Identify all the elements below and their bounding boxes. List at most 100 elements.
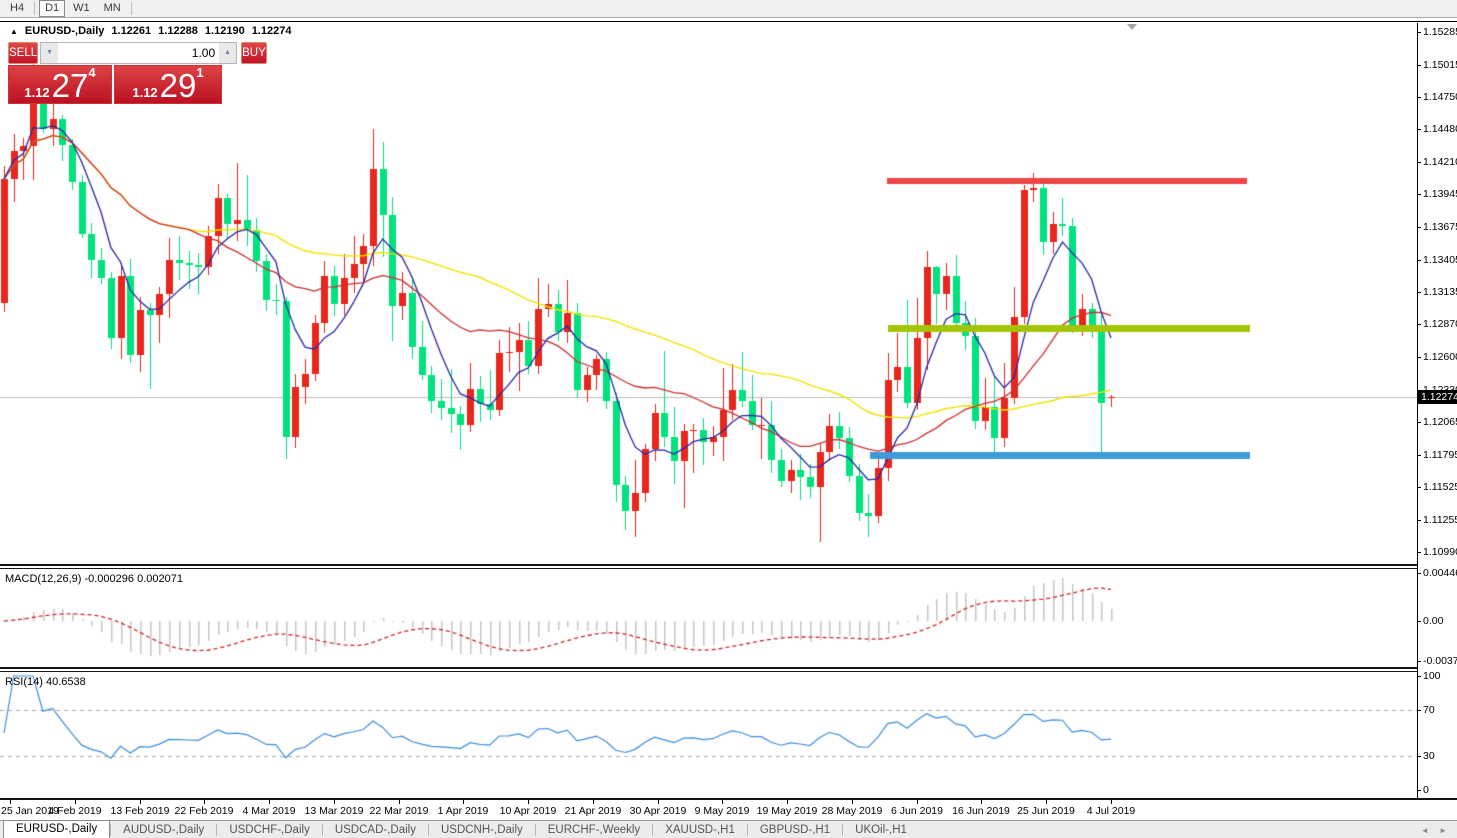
date-tick — [399, 800, 400, 804]
price-tick — [1418, 194, 1421, 195]
price-tick — [1418, 552, 1421, 553]
buy-price-box[interactable]: 1.12 29 1 — [114, 65, 222, 104]
macd-indicator-canvas[interactable] — [0, 569, 1417, 667]
chart-shift-marker-icon[interactable] — [1127, 24, 1137, 30]
timeframe-button-h4[interactable]: H4 — [4, 0, 30, 17]
price-axis-label: 1.12065 — [1423, 416, 1457, 428]
symbol-tab-ukoil[interactable]: UKOil-,H1 — [843, 822, 919, 838]
price-tick — [1418, 97, 1421, 98]
price-axis-label: 1.15285 — [1423, 26, 1457, 38]
lot-increase-icon[interactable]: ▲ — [219, 43, 236, 63]
date-tick — [852, 800, 853, 804]
macd-tick — [1418, 661, 1421, 662]
collapse-panel-icon[interactable]: ▲ — [10, 27, 18, 36]
symbol-tab-eurusd[interactable]: EURUSD-,Daily — [3, 820, 110, 838]
date-axis-label: 10 Apr 2019 — [500, 805, 557, 817]
price-axis[interactable]: 1.15285 1.15015 1.14750 1.14480 1.14210 1.139… — [1417, 23, 1457, 798]
quote-high: 1.12288 — [158, 25, 198, 37]
date-axis-label: 22 Feb 2019 — [175, 805, 234, 817]
price-axis-label: 1.12600 — [1423, 351, 1457, 363]
date-axis-label: 13 Mar 2019 — [305, 805, 364, 817]
macd-axis-label: 0.004465 — [1423, 567, 1457, 579]
mt4-terminal: { "toolbar": { "timeframes": [ {"label":… — [0, 0, 1457, 838]
price-tick — [1418, 357, 1421, 358]
price-axis-label: 1.12870 — [1423, 318, 1457, 330]
macd-axis-label: -0.003715 — [1423, 655, 1457, 667]
rsi-indicator-canvas[interactable] — [0, 672, 1417, 798]
sell-price-prefix: 1.12 — [24, 85, 49, 100]
date-tick — [1046, 800, 1047, 804]
symbol-tab-gbpusd[interactable]: GBPUSD-,H1 — [748, 822, 842, 838]
price-tick — [1418, 487, 1421, 488]
timeframe-button-mn[interactable]: MN — [98, 0, 127, 17]
date-tick — [269, 800, 270, 804]
tab-scroll-left-icon[interactable]: ◄ — [1421, 826, 1433, 835]
quote-low: 1.12190 — [205, 25, 245, 37]
lot-size-input[interactable] — [58, 43, 219, 63]
symbol-tab-usdchf[interactable]: USDCHF-,Daily — [217, 822, 322, 838]
sell-price-box[interactable]: 1.12 27 4 — [8, 65, 112, 104]
quote-close: 1.12274 — [252, 25, 292, 37]
price-axis-label: 1.14480 — [1423, 123, 1457, 135]
price-axis-label: 1.15015 — [1423, 59, 1457, 71]
symbol-tab-bar: EURUSD-,DailyAUDUSD-,DailyUSDCHF-,DailyU… — [0, 820, 1457, 838]
rsi-label: RSI(14) 40.6538 — [5, 676, 86, 688]
date-axis-label: 25 Jun 2019 — [1017, 805, 1075, 817]
symbol-tab-audusd[interactable]: AUDUSD-,Daily — [111, 822, 216, 838]
lot-decrease-icon[interactable]: ▼ — [41, 43, 58, 63]
date-tick — [463, 800, 464, 804]
date-tick — [528, 800, 529, 804]
price-axis-label: 1.11255 — [1423, 514, 1457, 526]
date-tick — [722, 800, 723, 804]
date-axis-label: 16 Jun 2019 — [952, 805, 1010, 817]
timeframe-button-w1[interactable]: W1 — [67, 0, 96, 17]
price-axis-label: 1.14210 — [1423, 156, 1457, 168]
buy-price-pip: 1 — [196, 68, 203, 78]
chart-window: 1.15285 1.15015 1.14750 1.14480 1.14210 1.139… — [0, 21, 1457, 821]
date-tick — [75, 800, 76, 804]
price-tick — [1418, 65, 1421, 66]
rsi-tick — [1418, 710, 1421, 711]
symbol-tab-xauusd[interactable]: XAUUSD-,H1 — [653, 822, 747, 838]
rsi-tick — [1418, 790, 1421, 791]
price-axis-label: 1.10990 — [1423, 546, 1457, 558]
sell-button[interactable]: SELL — [8, 42, 38, 64]
date-axis-label: 30 Apr 2019 — [630, 805, 687, 817]
tab-scroll-right-icon[interactable]: ► — [1439, 826, 1451, 835]
toolbar-separator — [34, 2, 35, 15]
one-click-trading-panel: SELL ▼ ▲ BUY 1.12 27 4 1.12 29 1 — [8, 42, 222, 104]
date-axis-label: 4 Mar 2019 — [242, 805, 295, 817]
rsi-tick — [1418, 756, 1421, 757]
price-axis-label: 1.13945 — [1423, 188, 1457, 200]
sell-price-big: 27 — [52, 72, 89, 100]
date-axis-label: 1 Apr 2019 — [438, 805, 489, 817]
date-tick — [204, 800, 205, 804]
buy-price-big: 29 — [160, 72, 197, 100]
symbol-tab-eurchf[interactable]: EURCHF-,Weekly — [536, 822, 652, 838]
symbol-tab-usdcnh[interactable]: USDCNH-,Daily — [429, 822, 535, 838]
buy-button[interactable]: BUY — [241, 42, 267, 64]
price-tick — [1418, 162, 1421, 163]
price-tick — [1418, 129, 1421, 130]
price-tick — [1418, 32, 1421, 33]
rsi-axis-label: 0 — [1423, 784, 1429, 796]
date-tick — [981, 800, 982, 804]
timeframe-button-d1[interactable]: D1 — [39, 0, 65, 17]
price-axis-label: 1.13135 — [1423, 286, 1457, 298]
date-axis-label: 9 May 2019 — [695, 805, 750, 817]
price-chart-canvas[interactable] — [0, 23, 1417, 564]
price-axis-label: 1.14750 — [1423, 91, 1457, 103]
symbol-tab-usdcad[interactable]: USDCAD-,Daily — [323, 822, 428, 838]
date-tick — [593, 800, 594, 804]
date-axis[interactable]: 25 Jan 20194 Feb 201913 Feb 201922 Feb 2… — [0, 800, 1457, 821]
current-price-badge: 1.12274 — [1418, 390, 1457, 404]
price-axis-label: 1.11795 — [1423, 449, 1457, 461]
price-tick — [1418, 520, 1421, 521]
date-axis-label: 19 May 2019 — [757, 805, 818, 817]
macd-tick — [1418, 573, 1421, 574]
price-axis-label: 1.13405 — [1423, 254, 1457, 266]
date-axis-label: 21 Apr 2019 — [565, 805, 622, 817]
rsi-axis-label: 70 — [1423, 704, 1435, 716]
price-tick — [1418, 422, 1421, 423]
price-tick — [1418, 455, 1421, 456]
